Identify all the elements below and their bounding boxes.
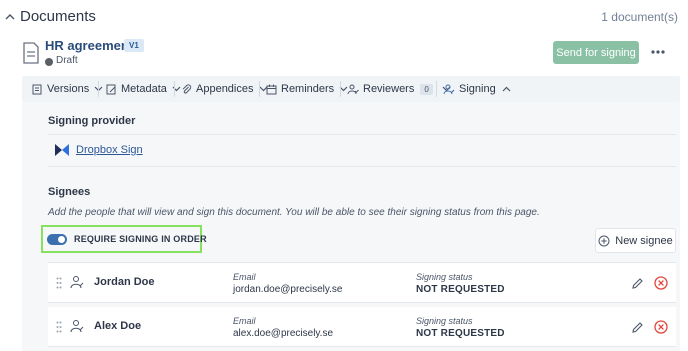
drag-handle-icon[interactable] [56, 277, 62, 289]
signing-provider-heading: Signing provider [48, 115, 136, 127]
divider [48, 166, 676, 167]
tab-signing[interactable]: Signing [443, 76, 511, 102]
document-toolbar: Versions Metadata Appendices Reminders R… [22, 76, 680, 102]
new-signee-button[interactable]: New signee [595, 228, 676, 253]
tab-metadata[interactable]: Metadata [106, 76, 181, 102]
toolbar-divider [340, 81, 341, 97]
tab-reminders-label: Reminders [281, 83, 335, 95]
section-title: Documents [20, 8, 96, 25]
pencil-icon[interactable] [631, 277, 644, 290]
tab-versions[interactable]: Versions [32, 76, 103, 102]
tab-signing-label: Signing [459, 83, 496, 95]
pencil-icon[interactable] [631, 321, 644, 334]
send-for-signing-button[interactable]: Send for signing [553, 41, 639, 64]
email-label: Email [233, 316, 256, 326]
require-signing-order-toggle[interactable] [47, 234, 67, 245]
signee-name: Jordan Doe [94, 276, 155, 288]
toolbar-divider [259, 81, 260, 97]
chevron-up-icon [502, 86, 511, 92]
document-icon [23, 42, 39, 64]
signee-name: Alex Doe [94, 320, 142, 332]
signee-row: Jordan Doe Email jordan.doe@precisely.se… [48, 263, 676, 303]
more-options-button[interactable] [648, 43, 668, 61]
new-signee-label: New signee [615, 234, 673, 247]
remove-circle-icon[interactable] [654, 276, 668, 290]
plus-circle-icon [598, 235, 610, 246]
signee-person-icon [70, 320, 84, 333]
signing-status-value: NOT REQUESTED [416, 328, 505, 339]
more-horizontal-icon [651, 50, 665, 54]
tab-versions-label: Versions [47, 83, 90, 95]
reviewers-icon [347, 84, 359, 94]
tab-metadata-label: Metadata [121, 83, 167, 95]
signee-person-icon [70, 276, 84, 289]
divider [48, 134, 676, 135]
email-label: Email [233, 272, 256, 282]
require-signing-order-label: REQUIRE SIGNING IN ORDER [74, 234, 207, 244]
remove-circle-icon[interactable] [654, 320, 668, 334]
document-status: Draft [56, 55, 78, 66]
signees-help-text: Add the people that will view and sign t… [48, 207, 540, 218]
tab-reminders[interactable]: Reminders [266, 76, 348, 102]
toggle-knob [58, 236, 65, 243]
tab-reviewers-label: Reviewers [363, 83, 415, 95]
document-card: HR agreement V1 Draft Send for signing [20, 34, 680, 74]
status-dot [45, 58, 53, 66]
paperclip-icon [182, 83, 192, 94]
signees-heading: Signees [48, 186, 91, 198]
signing-status-label: Signing status [416, 272, 473, 282]
toolbar-divider [98, 81, 99, 97]
reviewers-count-badge: 0 [420, 83, 433, 95]
chevron-up-icon[interactable] [4, 11, 16, 23]
tab-appendices-label: Appendices [196, 83, 254, 95]
signing-provider-link[interactable]: Dropbox Sign [76, 144, 143, 156]
versions-icon [32, 84, 42, 94]
calendar-icon [266, 84, 277, 94]
signee-email: jordan.doe@precisely.se [233, 284, 343, 295]
signee-row: Alex Doe Email alex.doe@precisely.se Sig… [48, 307, 676, 347]
toolbar-divider [174, 81, 175, 97]
document-count: 1 document(s) [601, 10, 678, 24]
signing-status-label: Signing status [416, 316, 473, 326]
version-badge: V1 [124, 39, 144, 52]
signing-status-value: NOT REQUESTED [416, 284, 505, 295]
documents-section-header[interactable]: Documents 1 document(s) [0, 0, 688, 34]
drag-handle-icon[interactable] [56, 321, 62, 333]
signing-icon [443, 84, 455, 94]
tab-appendices[interactable]: Appendices [181, 76, 268, 102]
signee-email: alex.doe@precisely.se [233, 328, 334, 339]
document-title[interactable]: HR agreement [45, 38, 133, 53]
dropbox-sign-logo-icon [55, 144, 69, 156]
toolbar-divider [436, 81, 437, 97]
metadata-icon [106, 84, 116, 94]
